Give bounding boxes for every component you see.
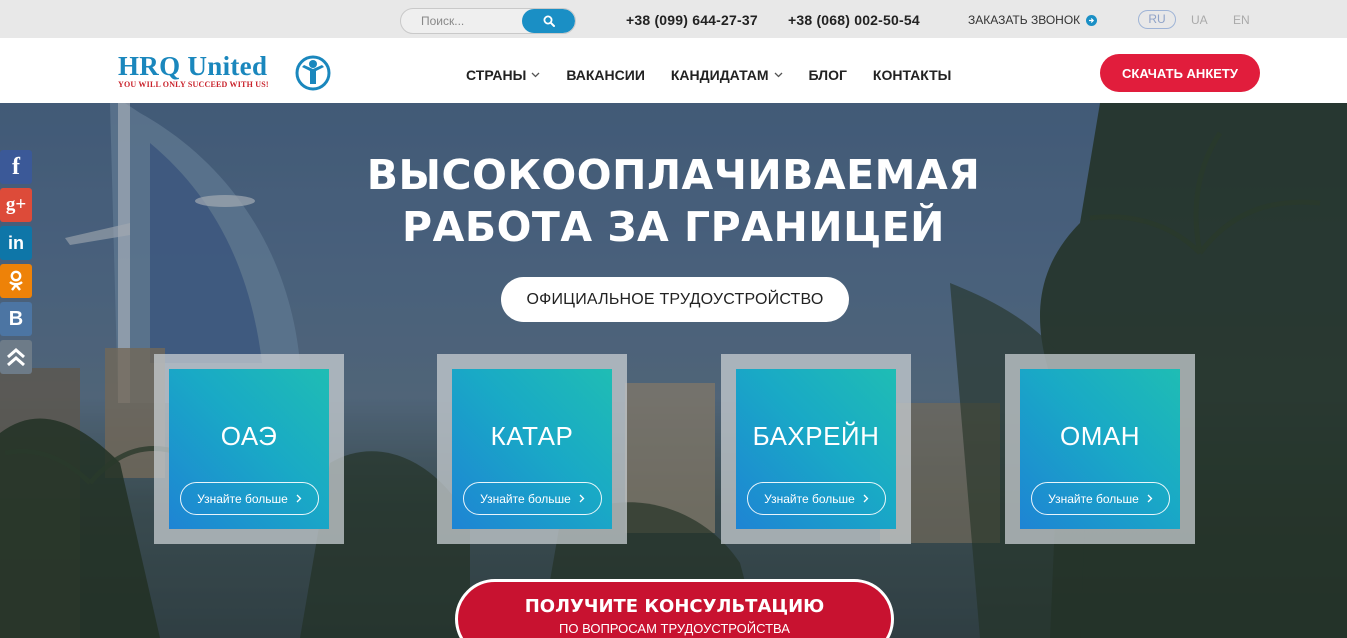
arrow-right-circle-icon — [1086, 14, 1098, 26]
logo-title: HRQ United — [118, 51, 268, 81]
search-box — [400, 8, 576, 34]
download-form-button[interactable]: СКАЧАТЬ АНКЕТУ — [1100, 54, 1260, 92]
scroll-up-button[interactable] — [0, 340, 32, 374]
nav-countries-label: СТРАНЫ — [466, 67, 527, 83]
country-card-uae: ОАЭ Узнайте больше — [154, 354, 344, 544]
odnoklassniki-icon — [9, 270, 23, 291]
social-sidebar: f g+ in B — [0, 150, 32, 378]
country-title: ОАЭ — [220, 421, 278, 451]
callback-link[interactable]: ЗАКАЗАТЬ ЗВОНОК — [968, 13, 1098, 27]
search-input[interactable] — [401, 9, 525, 33]
chevron-down-icon — [531, 72, 540, 78]
learn-more-label: Узнайте больше — [1048, 491, 1139, 506]
country-title: КАТАР — [490, 421, 574, 451]
learn-more-label: Узнайте больше — [480, 491, 571, 506]
main-header: HRQ United YOU WILL ONLY SUCCEED WITH US… — [0, 38, 1347, 103]
search-button[interactable] — [522, 9, 575, 33]
hero-title-line-1: ВЫСОКООПЛАЧИВАЕМАЯ — [366, 151, 981, 199]
callback-label: ЗАКАЗАТЬ ЗВОНОК — [968, 13, 1081, 27]
odnoklassniki-share-button[interactable] — [0, 264, 32, 298]
nav-candidates-label: КАНДИДАТАМ — [670, 67, 769, 83]
country-title: БАХРЕЙН — [752, 421, 880, 451]
nav-blog-label: БЛОГ — [808, 67, 847, 83]
nav-blog[interactable]: БЛОГ — [809, 67, 847, 83]
chevron-right-icon — [579, 494, 585, 503]
hero-title-line-2: РАБОТА ЗА ГРАНИЦЕЙ — [402, 203, 945, 251]
chevron-right-icon — [1147, 494, 1153, 503]
lang-ru[interactable]: RU — [1138, 10, 1176, 29]
vkontakte-share-button[interactable]: B — [0, 302, 32, 336]
nav-contacts-label: КОНТАКТЫ — [872, 67, 952, 83]
nav-countries[interactable]: СТРАНЫ — [466, 67, 540, 83]
lang-en[interactable]: EN — [1233, 13, 1250, 27]
phone-number-1[interactable]: +38 (099) 644-27-37 — [626, 12, 758, 28]
facebook-share-button[interactable]: f — [0, 150, 32, 184]
nav-vacancies[interactable]: ВАКАНСИИ — [566, 67, 645, 83]
country-card-qatar: КАТАР Узнайте больше — [437, 354, 627, 544]
learn-more-button[interactable]: Узнайте больше — [463, 482, 602, 515]
hero-title: ВЫСОКООПЛАЧИВАЕМАЯ РАБОТА ЗА ГРАНИЦЕЙ — [0, 149, 1347, 253]
learn-more-button[interactable]: Узнайте больше — [1031, 482, 1170, 515]
get-consultation-button[interactable]: ПОЛУЧИТЕ КОНСУЛЬТАЦИЮ ПО ВОПРОСАМ ТРУДОУ… — [455, 579, 894, 638]
official-employment-badge: ОФИЦИАЛЬНОЕ ТРУДОУСТРОЙСТВО — [501, 277, 849, 322]
logo-tagline: YOU WILL ONLY SUCCEED WITH US! — [118, 80, 269, 89]
country-card-oman-body: ОМАН Узнайте больше — [1020, 369, 1180, 529]
main-nav: СТРАНЫ ВАКАНСИИ КАНДИДАТАМ БЛОГ КОНТАКТЫ — [466, 67, 977, 83]
facebook-icon: f — [12, 153, 20, 180]
learn-more-button[interactable]: Узнайте больше — [180, 482, 319, 515]
country-card-bahrain: БАХРЕЙН Узнайте больше — [721, 354, 911, 544]
linkedin-icon: in — [8, 232, 24, 253]
person-globe-icon — [295, 55, 331, 91]
country-card-uae-body: ОАЭ Узнайте больше — [169, 369, 329, 529]
chevron-right-icon — [296, 494, 302, 503]
lang-ua[interactable]: UA — [1191, 13, 1208, 27]
chevron-down-icon — [774, 72, 782, 78]
country-card-qatar-body: КАТАР Узнайте больше — [452, 369, 612, 529]
vkontakte-icon: B — [8, 307, 24, 330]
phone-number-2[interactable]: +38 (068) 002-50-54 — [788, 12, 920, 28]
consultation-subtitle: ПО ВОПРОСАМ ТРУДОУСТРОЙСТВА — [559, 621, 790, 636]
chevron-right-icon — [863, 494, 869, 503]
country-card-oman: ОМАН Узнайте больше — [1005, 354, 1195, 544]
linkedin-share-button[interactable]: in — [0, 226, 32, 260]
nav-candidates[interactable]: КАНДИДАТАМ — [671, 67, 783, 83]
learn-more-button[interactable]: Узнайте больше — [747, 482, 886, 515]
logo[interactable]: HRQ United YOU WILL ONLY SUCCEED WITH US… — [118, 51, 331, 91]
consultation-title: ПОЛУЧИТЕ КОНСУЛЬТАЦИЮ — [524, 596, 825, 617]
learn-more-label: Узнайте больше — [197, 491, 288, 506]
top-bar: +38 (099) 644-27-37 +38 (068) 002-50-54 … — [0, 0, 1347, 38]
google-plus-share-button[interactable]: g+ — [0, 188, 32, 222]
learn-more-label: Узнайте больше — [764, 491, 855, 506]
google-plus-icon: g+ — [5, 194, 27, 215]
search-icon — [543, 15, 555, 27]
country-card-bahrain-body: БАХРЕЙН Узнайте больше — [736, 369, 896, 529]
country-title: ОМАН — [1060, 421, 1140, 451]
double-chevron-up-icon — [7, 348, 25, 367]
nav-vacancies-label: ВАКАНСИИ — [566, 67, 645, 83]
hero-section: ВЫСОКООПЛАЧИВАЕМАЯ РАБОТА ЗА ГРАНИЦЕЙ ОФ… — [0, 103, 1347, 638]
nav-contacts[interactable]: КОНТАКТЫ — [873, 67, 951, 83]
